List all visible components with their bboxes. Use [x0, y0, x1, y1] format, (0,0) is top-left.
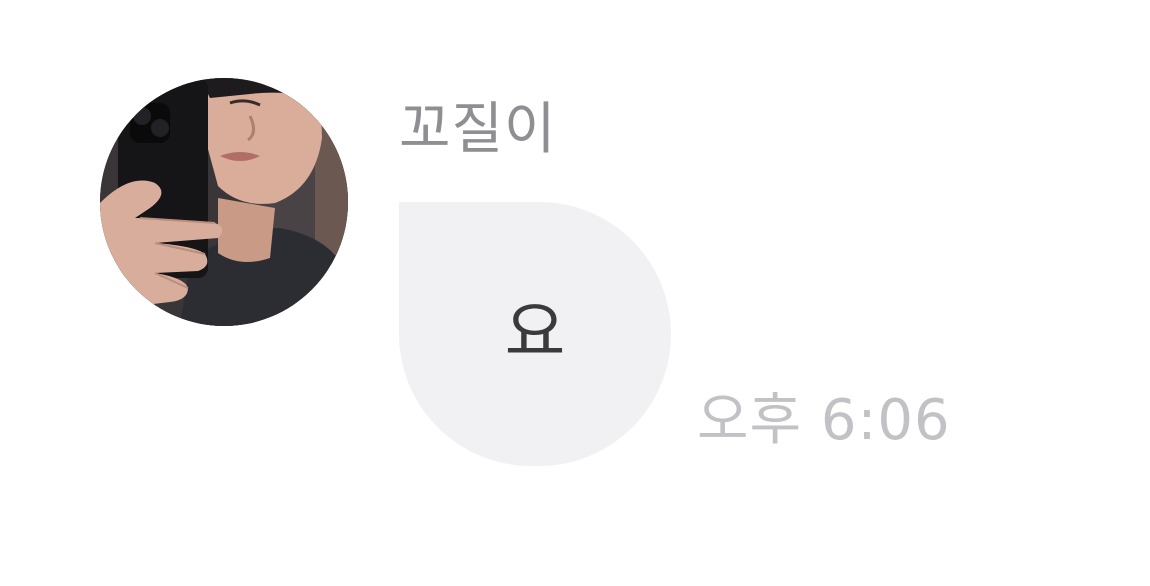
message-bubble[interactable]: 요	[399, 202, 671, 466]
message-timestamp: 오후 6:06	[697, 388, 951, 453]
sender-name: 꼬질이	[399, 97, 557, 162]
sender-avatar[interactable]	[100, 78, 348, 326]
profile-photo-icon	[100, 78, 348, 326]
chat-message-row: 꼬질이 요 오후 6:06	[0, 0, 1150, 586]
message-text: 요	[504, 294, 566, 371]
